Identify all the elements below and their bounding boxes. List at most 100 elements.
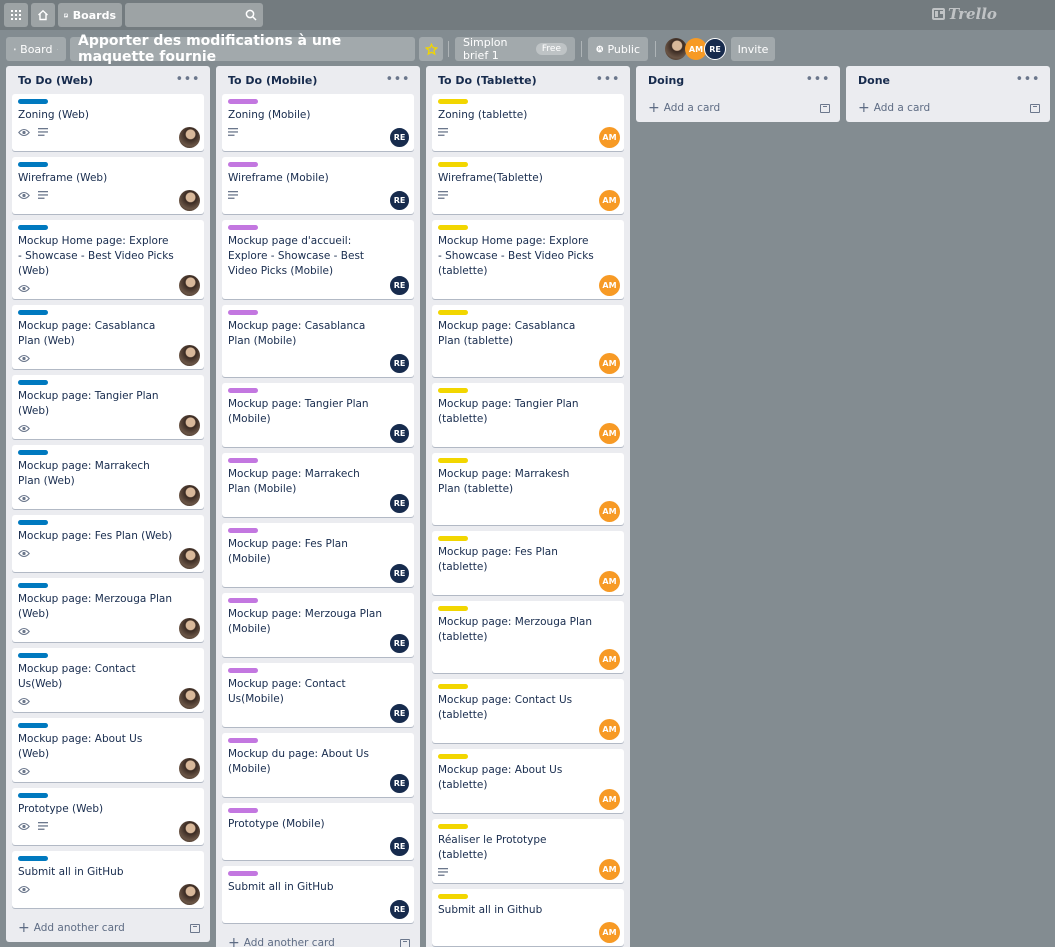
card-template-icon[interactable] <box>190 923 200 933</box>
list-menu-icon[interactable]: ••• <box>175 73 200 86</box>
card-label[interactable] <box>228 871 258 876</box>
trello-logo[interactable]: Trello <box>932 5 997 23</box>
card[interactable]: Mockup page: Marrakesh Plan (tablette) AM <box>432 453 624 525</box>
card-member-avatar[interactable]: RE <box>389 353 410 374</box>
card-member-avatar[interactable]: RE <box>389 190 410 211</box>
card[interactable]: Prototype (Web) <box>12 788 204 845</box>
add-card-button[interactable]: + Add another card <box>228 936 335 947</box>
card-member-avatar[interactable]: RE <box>389 423 410 444</box>
card-label[interactable] <box>438 458 468 463</box>
card[interactable]: Mockup page d'accueil: Explore - Showcas… <box>222 220 414 299</box>
card-label[interactable] <box>228 738 258 743</box>
card-template-icon[interactable] <box>1030 103 1040 113</box>
card-member-avatar[interactable]: RE <box>389 773 410 794</box>
card-label[interactable] <box>18 583 48 588</box>
card[interactable]: Zoning (Web) <box>12 94 204 151</box>
add-card-button[interactable]: + Add a card <box>858 101 930 115</box>
list-title[interactable]: To Do (Mobile) <box>228 74 317 87</box>
card-member-avatar[interactable]: RE <box>389 633 410 654</box>
card-member-avatar[interactable]: RE <box>389 563 410 584</box>
card-label[interactable] <box>228 225 258 230</box>
list-title[interactable]: Doing <box>648 74 684 87</box>
card-member-avatar[interactable] <box>179 345 200 366</box>
list-menu-icon[interactable]: ••• <box>1015 73 1040 86</box>
card-member-avatar[interactable]: RE <box>389 493 410 514</box>
card-label[interactable] <box>438 310 468 315</box>
board-title[interactable]: Apporter des modifications à une maquett… <box>70 33 415 65</box>
card-label[interactable] <box>438 754 468 759</box>
card[interactable]: Mockup page: Contact Us (tablette) AM <box>432 679 624 743</box>
card-member-avatar[interactable]: RE <box>389 275 410 296</box>
card-label[interactable] <box>228 528 258 533</box>
card-member-avatar[interactable]: AM <box>599 501 620 522</box>
card[interactable]: Mockup page: Merzouga Plan (Web) <box>12 578 204 642</box>
card-member-avatar[interactable] <box>179 548 200 569</box>
card-label[interactable] <box>228 668 258 673</box>
card[interactable]: Mockup page: Tangier Plan (Web) <box>12 375 204 439</box>
card[interactable]: Submit all in GitHub RE <box>222 866 414 923</box>
list-menu-icon[interactable]: ••• <box>595 73 620 86</box>
list-title[interactable]: To Do (Tablette) <box>438 74 537 87</box>
boards-button[interactable]: Boards <box>58 3 122 27</box>
board-view-switcher[interactable]: Board <box>6 37 66 61</box>
card-label[interactable] <box>228 388 258 393</box>
card-member-avatar[interactable]: AM <box>599 649 620 670</box>
card[interactable]: Mockup page: About Us (tablette) AM <box>432 749 624 813</box>
card-member-avatar[interactable]: RE <box>389 836 410 857</box>
list-header[interactable]: Doing ••• <box>636 66 840 94</box>
card[interactable]: Zoning (tablette) AM <box>432 94 624 151</box>
card-label[interactable] <box>18 450 48 455</box>
card-member-avatar[interactable]: AM <box>599 571 620 592</box>
card[interactable]: Submit all in Github AM <box>432 889 624 946</box>
card-template-icon[interactable] <box>820 103 830 113</box>
card[interactable]: Mockup page: Casablanca Plan (tablette) A… <box>432 305 624 377</box>
star-button[interactable] <box>419 37 443 61</box>
card-member-avatar[interactable]: AM <box>599 922 620 943</box>
card[interactable]: Wireframe (Mobile) RE <box>222 157 414 214</box>
list-header[interactable]: To Do (Tablette) ••• <box>426 66 630 94</box>
card-label[interactable] <box>438 536 468 541</box>
card-member-avatar[interactable] <box>179 485 200 506</box>
card-member-avatar[interactable]: AM <box>599 127 620 148</box>
card[interactable]: Mockup page: Marrakech Plan (Web) <box>12 445 204 509</box>
home-button[interactable] <box>31 3 55 27</box>
card-label[interactable] <box>18 520 48 525</box>
card-label[interactable] <box>438 162 468 167</box>
card-label[interactable] <box>438 606 468 611</box>
card-member-avatar[interactable] <box>179 821 200 842</box>
list-title[interactable]: Done <box>858 74 890 87</box>
card-member-avatar[interactable] <box>179 688 200 709</box>
card-label[interactable] <box>438 99 468 104</box>
card[interactable]: Mockup page: Tangier Plan (tablette) AM <box>432 383 624 447</box>
card-label[interactable] <box>228 808 258 813</box>
card-member-avatar[interactable]: RE <box>389 899 410 920</box>
card-label[interactable] <box>438 388 468 393</box>
card-template-icon[interactable] <box>400 938 410 947</box>
card-member-avatar[interactable] <box>179 758 200 779</box>
card[interactable]: Mockup page: Fes Plan (Mobile) RE <box>222 523 414 587</box>
card[interactable]: Mockup page: Marrakech Plan (Mobile) RE <box>222 453 414 517</box>
card-member-avatar[interactable]: RE <box>389 127 410 148</box>
card-label[interactable] <box>18 723 48 728</box>
card[interactable]: Zoning (Mobile) RE <box>222 94 414 151</box>
card[interactable]: Mockup page: Fes Plan (tablette) AM <box>432 531 624 595</box>
card-member-avatar[interactable]: AM <box>599 719 620 740</box>
card[interactable]: Mockup page: Casablanca Plan (Web) <box>12 305 204 369</box>
card[interactable]: Mockup page: Casablanca Plan (Mobile) RE <box>222 305 414 377</box>
card[interactable]: Mockup page: Merzouga Plan (tablette) AM <box>432 601 624 673</box>
card-label[interactable] <box>438 225 468 230</box>
card[interactable]: Mockup page: Contact Us(Web) <box>12 648 204 712</box>
card-label[interactable] <box>18 162 48 167</box>
card-label[interactable] <box>18 99 48 104</box>
card-member-avatar[interactable]: AM <box>599 275 620 296</box>
card-member-avatar[interactable]: AM <box>599 423 620 444</box>
list-menu-icon[interactable]: ••• <box>385 73 410 86</box>
card[interactable]: Mockup page: Contact Us(Mobile) RE <box>222 663 414 727</box>
card-member-avatar[interactable] <box>179 275 200 296</box>
card-member-avatar[interactable]: AM <box>599 859 620 880</box>
list-title[interactable]: To Do (Web) <box>18 74 93 87</box>
team-button[interactable]: Simplon brief 1 Free <box>455 36 575 62</box>
search-input[interactable] <box>125 3 263 27</box>
card-member-avatar[interactable] <box>179 127 200 148</box>
card-member-avatar[interactable]: RE <box>389 703 410 724</box>
